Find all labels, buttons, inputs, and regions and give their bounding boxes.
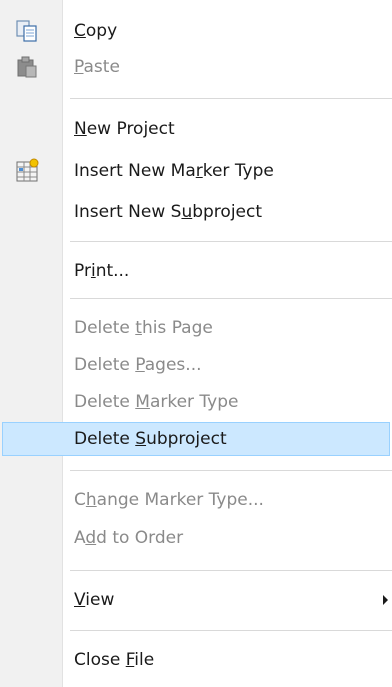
- copy-icon: [16, 20, 37, 42]
- menu-item-label: Change Marker Type...: [74, 490, 264, 510]
- submenu-arrow-icon: [383, 595, 388, 605]
- menu-item-paste[interactable]: Paste: [0, 49, 392, 85]
- menu-item-label: Delete Pages...: [74, 355, 202, 375]
- menu-item-delete-this-page[interactable]: Delete this Page: [0, 310, 392, 346]
- menu-item-label: Insert New Marker Type: [74, 161, 274, 181]
- menu-item-delete-subproject[interactable]: Delete Subproject: [0, 421, 392, 457]
- separator: [70, 298, 392, 299]
- separator: [70, 470, 392, 471]
- menu-item-label: Copy: [74, 21, 118, 41]
- menu-item-new-project[interactable]: New Project: [0, 111, 392, 147]
- menu-item-change-marker-type[interactable]: Change Marker Type...: [0, 482, 392, 518]
- menu-item-delete-pages[interactable]: Delete Pages...: [0, 347, 392, 383]
- menu-item-copy[interactable]: Copy: [0, 13, 392, 49]
- separator: [70, 241, 392, 242]
- menu-item-print[interactable]: Print...: [0, 253, 392, 289]
- menu-item-label: Delete Subproject: [74, 429, 227, 449]
- menu-item-add-to-order[interactable]: Add to Order: [0, 520, 392, 556]
- menu-item-view[interactable]: View: [0, 582, 392, 618]
- context-menu: Copy Paste New Project Insert New Marker…: [0, 0, 392, 687]
- menu-item-label: Add to Order: [74, 528, 184, 548]
- menu-item-close-file[interactable]: Close File: [0, 642, 392, 678]
- menu-item-label: Paste: [74, 57, 120, 77]
- menu-item-insert-new-subproject[interactable]: Insert New Subproject: [0, 194, 392, 230]
- paste-icon: [17, 56, 37, 78]
- menu-item-label: Delete Marker Type: [74, 392, 239, 412]
- menu-item-label: Delete this Page: [74, 318, 213, 338]
- menu-item-delete-marker-type[interactable]: Delete Marker Type: [0, 384, 392, 420]
- menu-item-label: Insert New Subproject: [74, 202, 263, 222]
- menu-item-insert-new-marker-type[interactable]: Insert New Marker Type: [0, 153, 392, 189]
- separator: [70, 98, 392, 99]
- separator: [70, 630, 392, 631]
- menu-item-label: Print...: [74, 261, 130, 281]
- separator: [70, 570, 392, 571]
- marker-type-icon: [16, 158, 39, 182]
- menu-item-label: New Project: [74, 119, 175, 139]
- menu-item-label: Close File: [74, 650, 155, 670]
- menu-item-label: View: [74, 590, 115, 610]
